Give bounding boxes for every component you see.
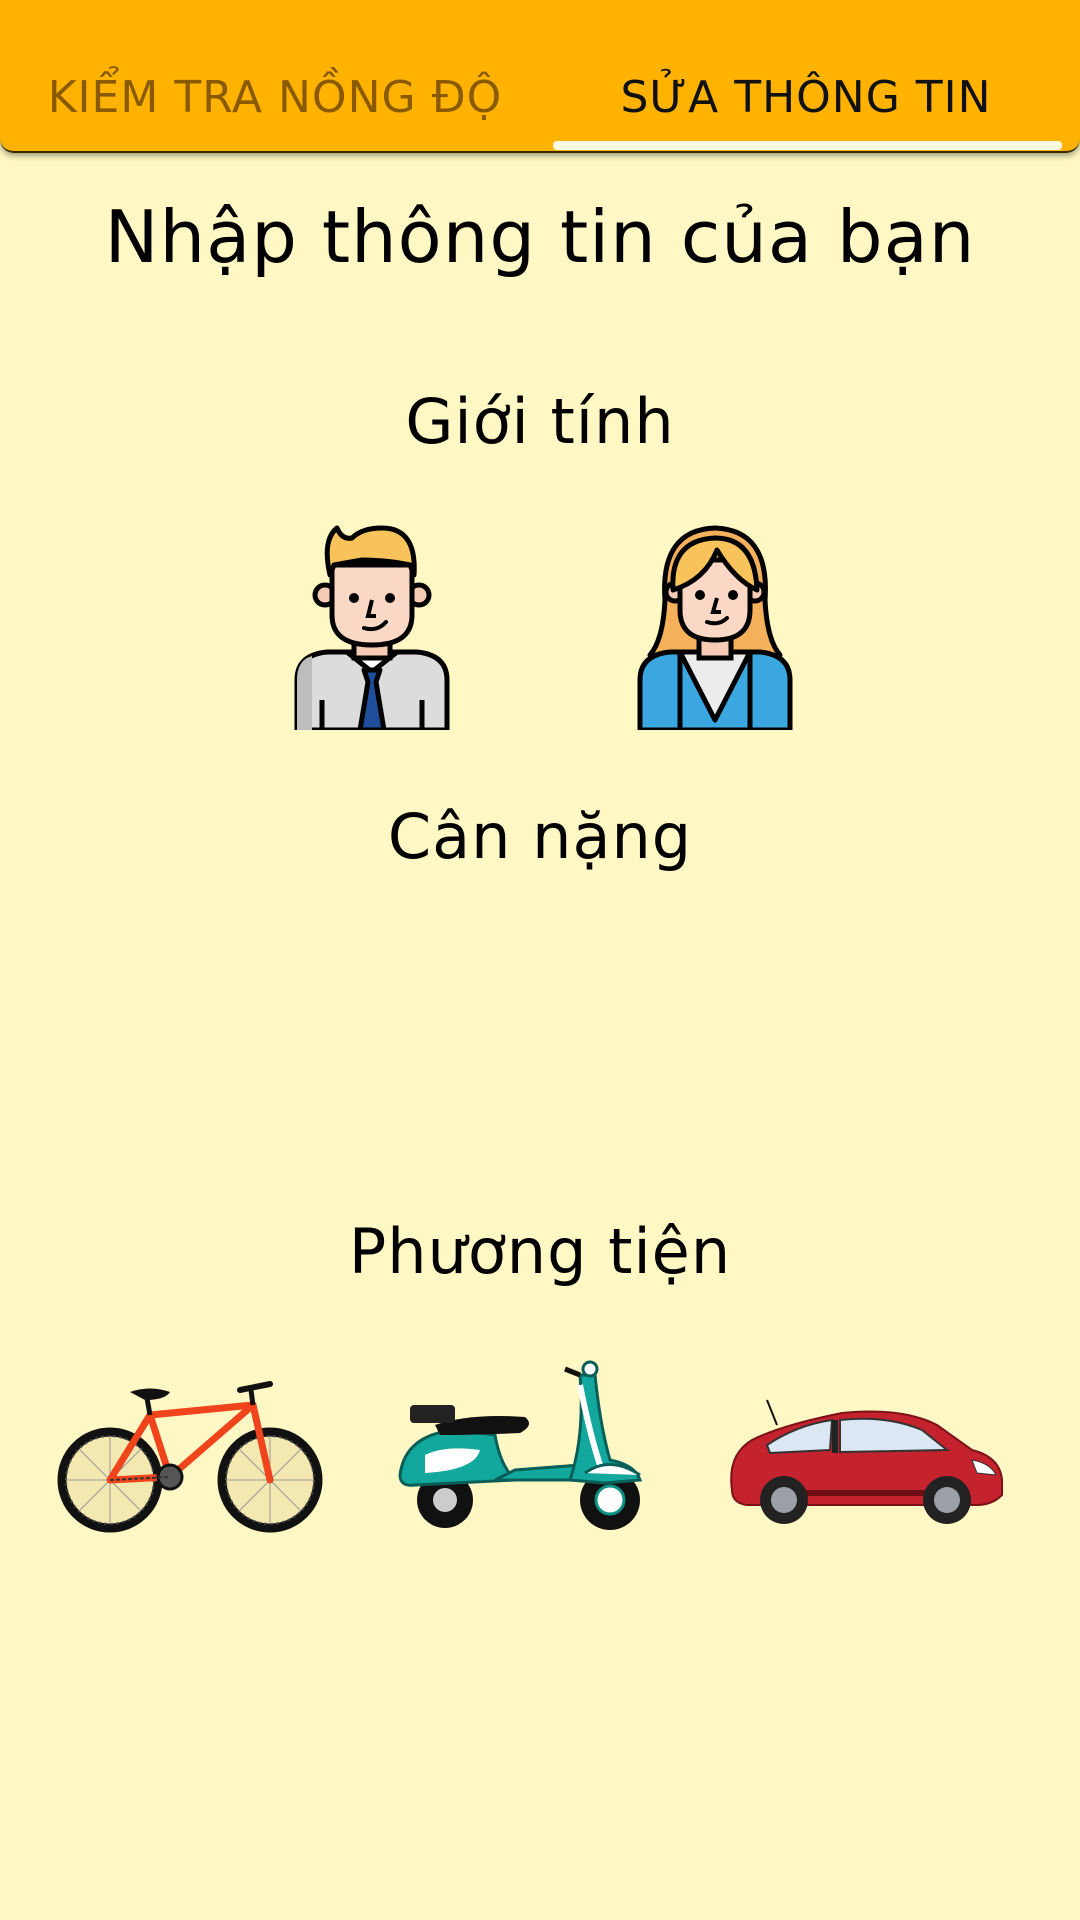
tab-check-concentration[interactable]: KIỂM TRA NỒNG ĐỘ bbox=[0, 0, 550, 153]
weight-label: Cân nặng bbox=[387, 800, 693, 873]
female-avatar-icon[interactable] bbox=[635, 520, 795, 733]
male-avatar-icon[interactable] bbox=[292, 520, 452, 733]
scooter-icon[interactable] bbox=[395, 1355, 655, 1535]
gender-label: Giới tính bbox=[405, 385, 675, 458]
bicycle-icon[interactable] bbox=[55, 1370, 325, 1540]
car-icon[interactable] bbox=[722, 1395, 1004, 1525]
active-tab-indicator bbox=[553, 141, 1062, 150]
tab-bar: KIỂM TRA NỒNG ĐỘ SỬA THÔNG TIN bbox=[0, 0, 1080, 153]
vehicle-label: Phương tiện bbox=[348, 1215, 732, 1288]
page-title: Nhập thông tin của bạn bbox=[104, 195, 976, 279]
tab-edit-info[interactable]: SỬA THÔNG TIN bbox=[550, 0, 1062, 153]
